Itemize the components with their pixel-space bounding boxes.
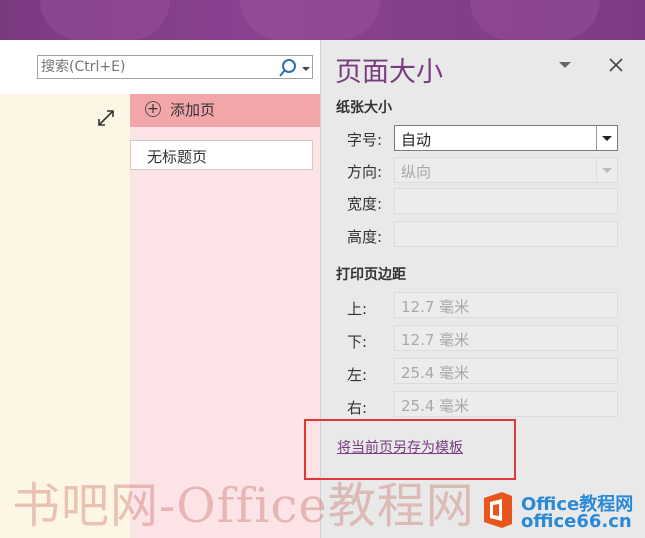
size-value: 自动 — [401, 131, 432, 149]
width-label: 宽度: — [347, 195, 383, 213]
chevron-down-icon[interactable] — [300, 58, 312, 78]
orientation-value: 纵向 — [401, 163, 432, 181]
watermark-domain: office66.cn — [521, 511, 632, 532]
watermark-text: 书吧网-Office教程网 — [12, 478, 475, 534]
page-list-item[interactable]: 无标题页 — [130, 140, 313, 170]
plus-circle-icon: + — [145, 101, 161, 117]
margin-bottom-label: 下: — [347, 333, 368, 351]
margins-heading: 打印页边距 — [336, 267, 406, 283]
margin-right-field: 25.4 毫米 — [394, 391, 618, 417]
close-icon[interactable] — [609, 58, 623, 72]
size-label: 字号: — [347, 131, 383, 149]
margin-left-value: 25.4 毫米 — [401, 364, 470, 382]
search-input[interactable] — [41, 58, 269, 76]
chevron-down-icon[interactable] — [596, 126, 617, 150]
search-box[interactable] — [37, 55, 313, 79]
height-label: 高度: — [347, 228, 383, 246]
search-icon[interactable] — [278, 58, 298, 78]
page-title: 无标题页 — [147, 148, 208, 166]
add-page-label: 添加页 — [170, 101, 216, 119]
margin-right-label: 右: — [347, 399, 368, 417]
height-field — [394, 221, 618, 247]
size-select[interactable]: 自动 — [394, 125, 618, 151]
margin-left-field: 25.4 毫米 — [394, 358, 618, 384]
pane-options-icon[interactable] — [557, 58, 573, 72]
orientation-label: 方向: — [347, 163, 383, 181]
orientation-select: 纵向 — [394, 157, 618, 183]
margin-top-value: 12.7 毫米 — [401, 298, 470, 316]
pane-title: 页面大小 — [335, 57, 443, 88]
title-bar-decoration — [470, 0, 600, 40]
office-logo-icon — [484, 492, 512, 528]
margin-bottom-field: 12.7 毫米 — [394, 325, 618, 351]
expand-icon[interactable] — [96, 108, 116, 128]
paper-size-heading: 纸张大小 — [336, 100, 392, 116]
title-bar-decoration — [40, 0, 170, 40]
add-page-button[interactable]: + 添加页 — [130, 94, 320, 127]
margin-right-value: 25.4 毫米 — [401, 397, 470, 415]
width-field — [394, 188, 618, 214]
margin-bottom-value: 12.7 毫米 — [401, 331, 470, 349]
chevron-down-icon — [596, 158, 617, 182]
margin-top-field: 12.7 毫米 — [394, 292, 618, 318]
margin-left-label: 左: — [347, 366, 368, 384]
title-bar-decoration — [240, 0, 380, 40]
margin-top-label: 上: — [347, 300, 368, 318]
title-bar — [0, 0, 645, 40]
